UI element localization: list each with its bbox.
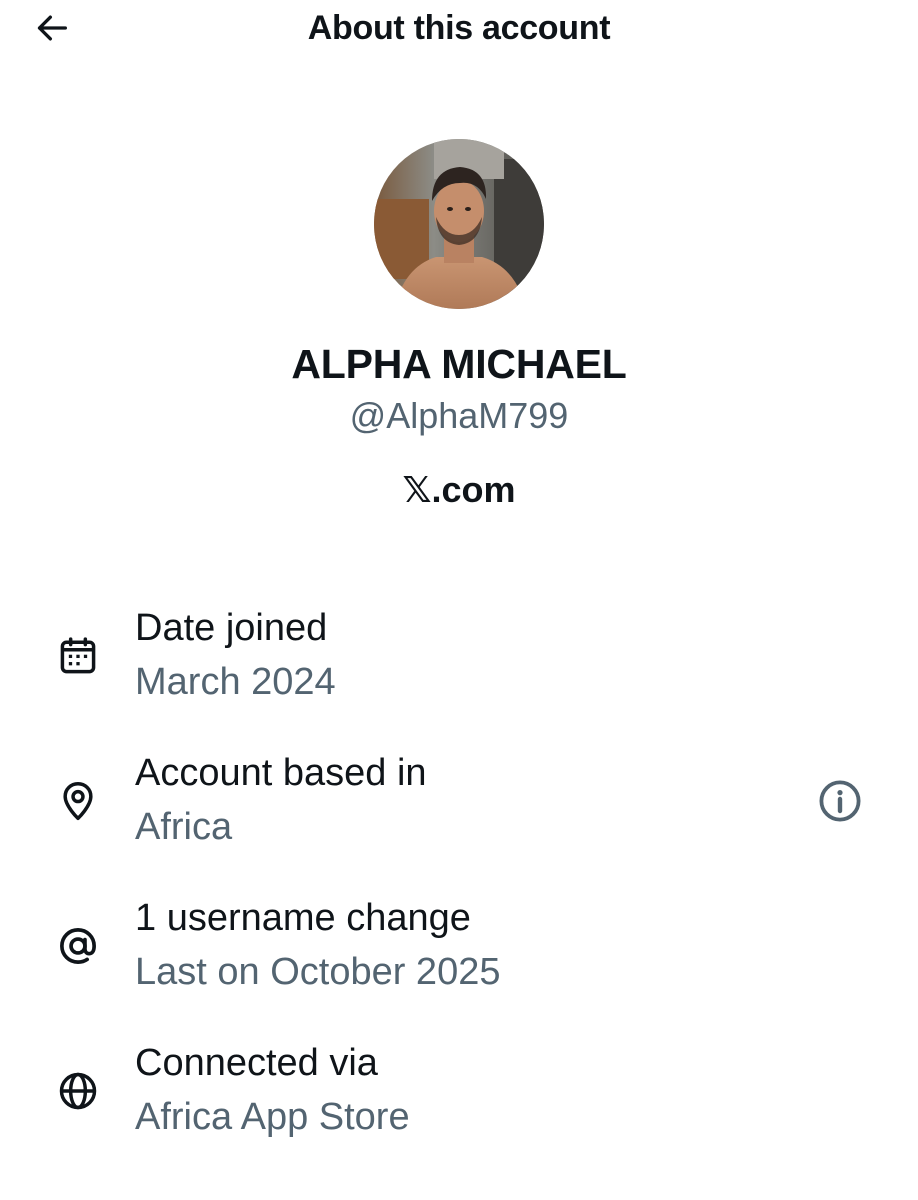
info-icon [819, 780, 861, 822]
detail-value: Last on October 2025 [135, 951, 501, 993]
detail-label: 1 username change [135, 897, 471, 939]
detail-row-username-change: 1 username change Last on October 2025 [0, 892, 918, 1012]
detail-value: March 2024 [135, 661, 336, 703]
page-title: About this account [307, 9, 611, 47]
location-pin-icon [52, 775, 104, 827]
detail-row-account-based-in: Account based in Africa [0, 747, 918, 867]
globe-icon [52, 1065, 104, 1117]
platform-label: 𝕏.com [402, 469, 516, 510]
detail-row-date-joined: Date joined March 2024 [0, 602, 918, 722]
detail-label: Date joined [135, 607, 328, 649]
detail-row-connected-via: Connected via Africa App Store [0, 1037, 918, 1157]
display-name: ALPHA MICHAEL [291, 341, 627, 387]
at-sign-icon [52, 920, 104, 972]
avatar[interactable] [374, 139, 544, 309]
detail-value: Africa [135, 806, 233, 848]
info-button[interactable] [812, 773, 868, 829]
calendar-icon [52, 630, 104, 682]
profile-photo [374, 139, 544, 309]
detail-value: Africa App Store [135, 1096, 410, 1138]
header: About this account [0, 0, 918, 60]
username-handle: @AlphaM799 [349, 395, 569, 436]
detail-label: Account based in [135, 752, 427, 794]
detail-label: Connected via [135, 1042, 378, 1084]
